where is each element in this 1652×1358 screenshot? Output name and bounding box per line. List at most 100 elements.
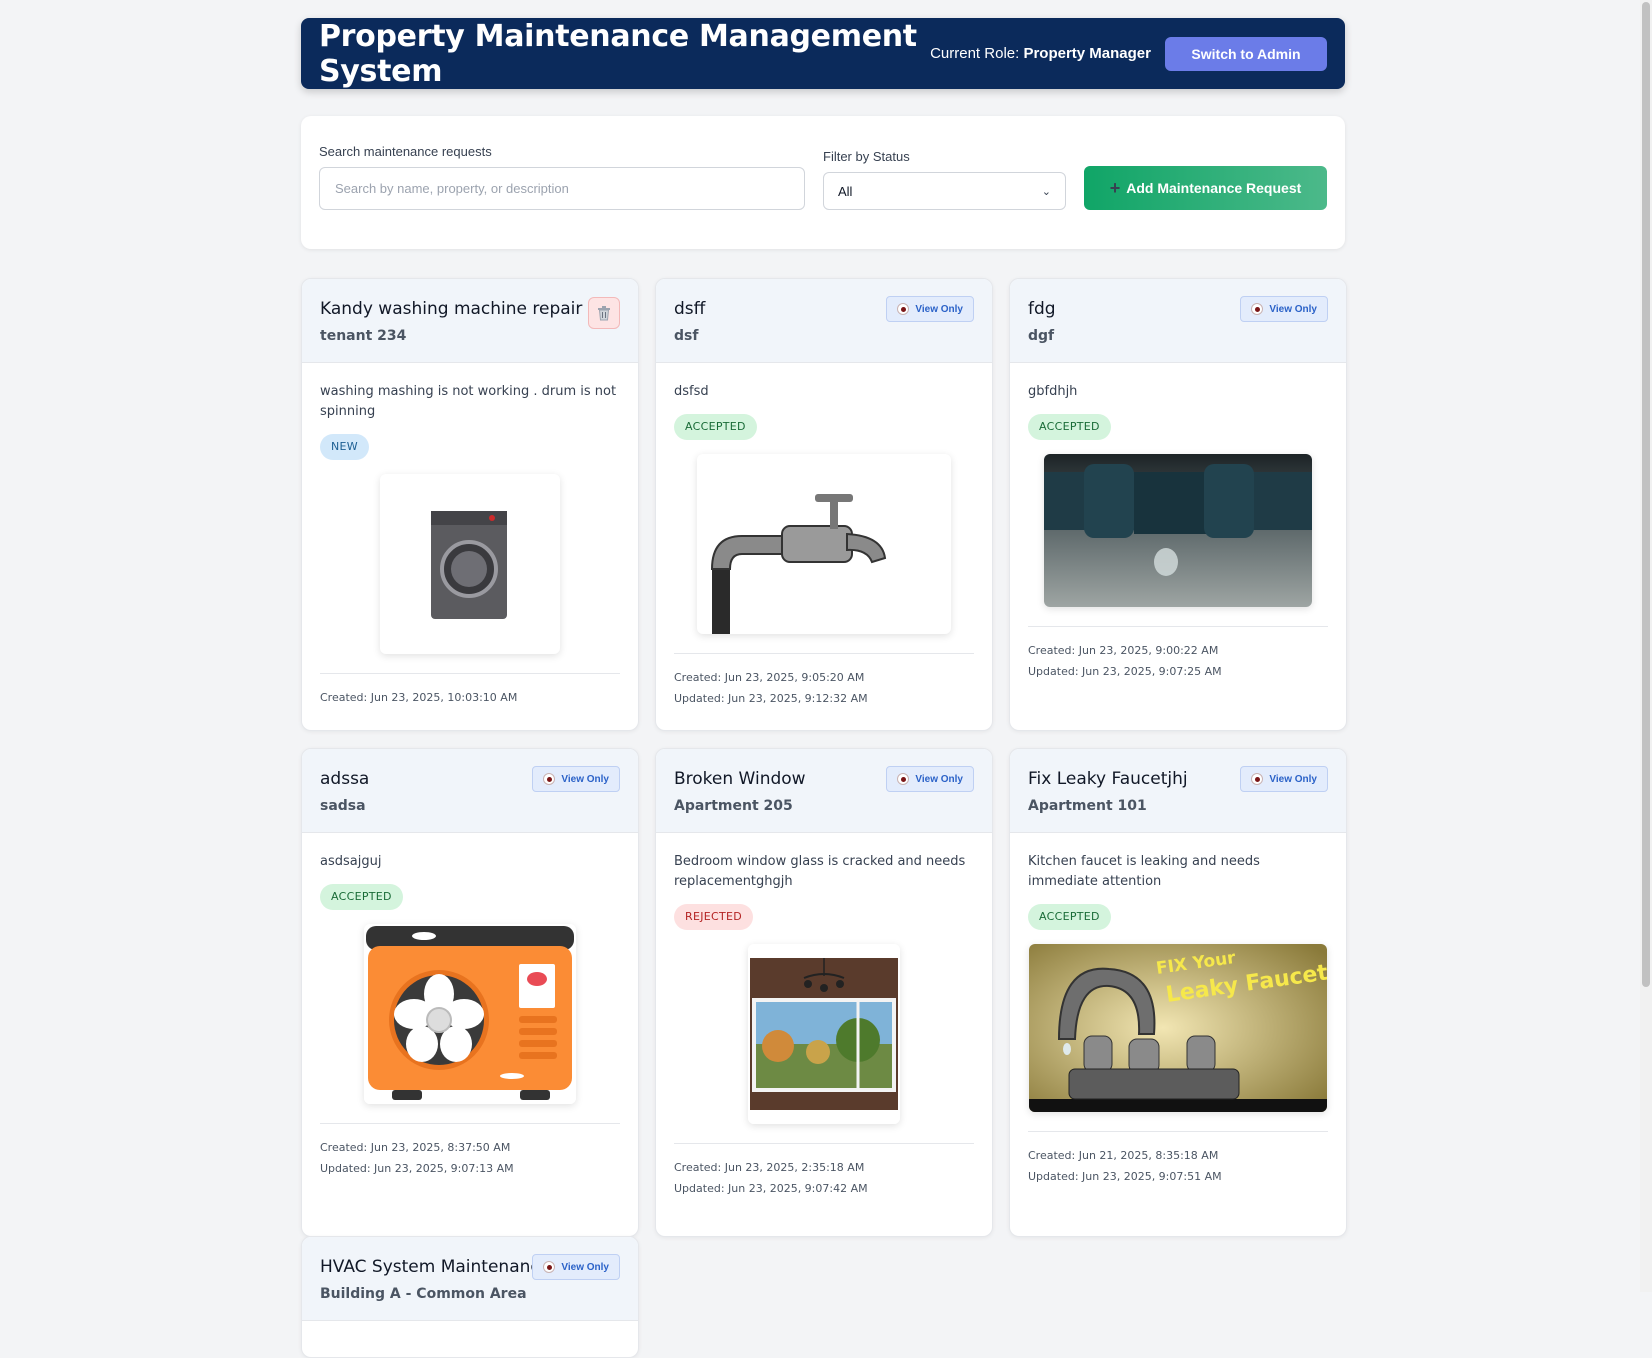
- view-only-badge: View Only: [1240, 766, 1328, 792]
- ac-unit-image: [364, 924, 576, 1104]
- view-only-label: View Only: [915, 773, 963, 785]
- search-label: Search maintenance requests: [319, 144, 492, 159]
- card-body: Bedroom window glass is cracked and need…: [656, 833, 992, 1199]
- status-badge: ACCEPTED: [674, 414, 757, 440]
- request-card: HVAC System Maintenance Building A - Com…: [301, 1236, 639, 1358]
- request-card: adssa sadsa View Only asdsajguj ACCEPTED: [301, 748, 639, 1237]
- page-scrollbar[interactable]: [1640, 0, 1652, 1292]
- view-only-label: View Only: [1269, 773, 1317, 785]
- app-title: Property Maintenance Management System: [319, 18, 917, 89]
- status-badge: ACCEPTED: [320, 884, 403, 910]
- request-card: dsff dsf View Only dsfsd ACCEPTED Create…: [655, 278, 993, 731]
- chevron-down-icon: ⌄: [1041, 185, 1051, 198]
- request-card: fdg dgf View Only gbfdhjh ACCEPTED Creat…: [1009, 278, 1347, 731]
- card-body: washing mashing is not working . drum is…: [302, 363, 638, 708]
- eye-icon: [543, 773, 556, 785]
- status-badge: NEW: [320, 434, 369, 460]
- card-meta: Created: Jun 23, 2025, 10:03:10 AM: [320, 687, 620, 708]
- card-property: Apartment 101: [1028, 798, 1147, 814]
- window-image: [748, 944, 900, 1124]
- app-container: Property Maintenance Management System C…: [301, 18, 1347, 1358]
- status-filter-select[interactable]: All ⌄: [823, 172, 1066, 210]
- add-request-label: Add Maintenance Request: [1126, 180, 1302, 196]
- updated-date: Updated: Jun 23, 2025, 9:07:42 AM: [674, 1182, 868, 1195]
- card-divider: [1028, 626, 1328, 627]
- delete-button[interactable]: [588, 297, 620, 329]
- created-date: Created: Jun 23, 2025, 10:03:10 AM: [320, 691, 518, 704]
- card-body: asdsajguj ACCEPTED Created: Jun 23, 2025…: [302, 833, 638, 1179]
- card-description: asdsajguj: [320, 854, 382, 869]
- updated-date: Updated: Jun 23, 2025, 9:07:25 AM: [1028, 665, 1222, 678]
- leaky-faucet-image: FIX Your Leaky Faucet!: [1029, 944, 1327, 1112]
- status-filter-value: All: [838, 183, 853, 199]
- app-header: Property Maintenance Management System C…: [301, 18, 1345, 89]
- eye-icon: [897, 303, 910, 315]
- eye-icon: [543, 1261, 556, 1273]
- card-property: Building A - Common Area: [320, 1286, 527, 1302]
- updated-date: Updated: Jun 23, 2025, 9:07:13 AM: [320, 1162, 514, 1175]
- plus-icon: +: [1109, 178, 1121, 198]
- switch-role-button[interactable]: Switch to Admin: [1165, 36, 1327, 71]
- card-meta: Created: Jun 23, 2025, 8:37:50 AM Update…: [320, 1137, 620, 1179]
- card-header: Broken Window Apartment 205 View Only: [656, 749, 992, 833]
- washing-machine-image: [380, 474, 560, 654]
- search-input[interactable]: [319, 167, 805, 210]
- status-badge: ACCEPTED: [1028, 904, 1111, 930]
- controls-panel: Search maintenance requests Filter by St…: [301, 116, 1345, 249]
- card-description: Bedroom window glass is cracked and need…: [674, 854, 966, 889]
- scrollbar-thumb[interactable]: [1642, 2, 1650, 987]
- card-header: HVAC System Maintenance Building A - Com…: [302, 1237, 638, 1321]
- filter-label: Filter by Status: [823, 149, 910, 164]
- request-card: Fix Leaky Faucetjhj Apartment 101 View O…: [1009, 748, 1347, 1237]
- card-header: Kandy washing machine repair tenant 234: [302, 279, 638, 363]
- card-divider: [320, 1123, 620, 1124]
- status-badge: REJECTED: [674, 904, 754, 930]
- card-header: Fix Leaky Faucetjhj Apartment 101 View O…: [1010, 749, 1346, 833]
- view-only-label: View Only: [561, 1261, 609, 1273]
- card-meta: Created: Jun 21, 2025, 8:35:18 AM Update…: [1028, 1145, 1328, 1187]
- card-body: Kitchen faucet is leaking and needs imme…: [1010, 833, 1346, 1187]
- created-date: Created: Jun 23, 2025, 9:05:20 AM: [674, 671, 865, 684]
- trash-icon: [598, 305, 610, 320]
- card-body: dsfsd ACCEPTED Created: Jun 23, 2025, 9:: [656, 363, 992, 709]
- eye-icon: [897, 773, 910, 785]
- card-meta: Created: Jun 23, 2025, 2:35:18 AM Update…: [674, 1157, 974, 1199]
- current-role: Current Role: Property Manager: [930, 45, 1151, 62]
- card-header: adssa sadsa View Only: [302, 749, 638, 833]
- pipe-drip-image: [1044, 454, 1312, 607]
- card-description: dsfsd: [674, 384, 709, 399]
- updated-date: Updated: Jun 23, 2025, 9:12:32 AM: [674, 692, 868, 705]
- card-property: sadsa: [320, 798, 366, 814]
- card-header: fdg dgf View Only: [1010, 279, 1346, 363]
- eye-icon: [1251, 773, 1264, 785]
- updated-date: Updated: Jun 23, 2025, 9:07:51 AM: [1028, 1170, 1222, 1183]
- card-title: Kandy washing machine repair: [320, 299, 583, 319]
- view-only-badge: View Only: [1240, 296, 1328, 322]
- view-only-badge: View Only: [886, 296, 974, 322]
- view-only-label: View Only: [1269, 303, 1317, 315]
- view-only-badge: View Only: [532, 766, 620, 792]
- created-date: Created: Jun 23, 2025, 2:35:18 AM: [674, 1161, 865, 1174]
- faucet-image: [697, 454, 951, 634]
- card-property: dgf: [1028, 328, 1055, 344]
- card-description: washing mashing is not working . drum is…: [320, 384, 617, 419]
- card-property: tenant 234: [320, 328, 407, 344]
- role-prefix: Current Role:: [930, 45, 1020, 62]
- created-date: Created: Jun 21, 2025, 8:35:18 AM: [1028, 1149, 1219, 1162]
- card-description: Kitchen faucet is leaking and needs imme…: [1028, 854, 1260, 889]
- card-divider: [674, 1143, 974, 1144]
- view-only-badge: View Only: [886, 766, 974, 792]
- card-header: dsff dsf View Only: [656, 279, 992, 363]
- eye-icon: [1251, 303, 1264, 315]
- card-property: Apartment 205: [674, 798, 793, 814]
- created-date: Created: Jun 23, 2025, 9:00:22 AM: [1028, 644, 1219, 657]
- add-request-button[interactable]: + Add Maintenance Request: [1084, 166, 1327, 210]
- created-date: Created: Jun 23, 2025, 8:37:50 AM: [320, 1141, 511, 1154]
- status-badge: ACCEPTED: [1028, 414, 1111, 440]
- request-card: Broken Window Apartment 205 View Only Be…: [655, 748, 993, 1237]
- role-value: Property Manager: [1023, 45, 1151, 62]
- request-card: Kandy washing machine repair tenant 234 …: [301, 278, 639, 731]
- view-only-label: View Only: [561, 773, 609, 785]
- card-property: dsf: [674, 328, 699, 344]
- view-only-badge: View Only: [532, 1254, 620, 1280]
